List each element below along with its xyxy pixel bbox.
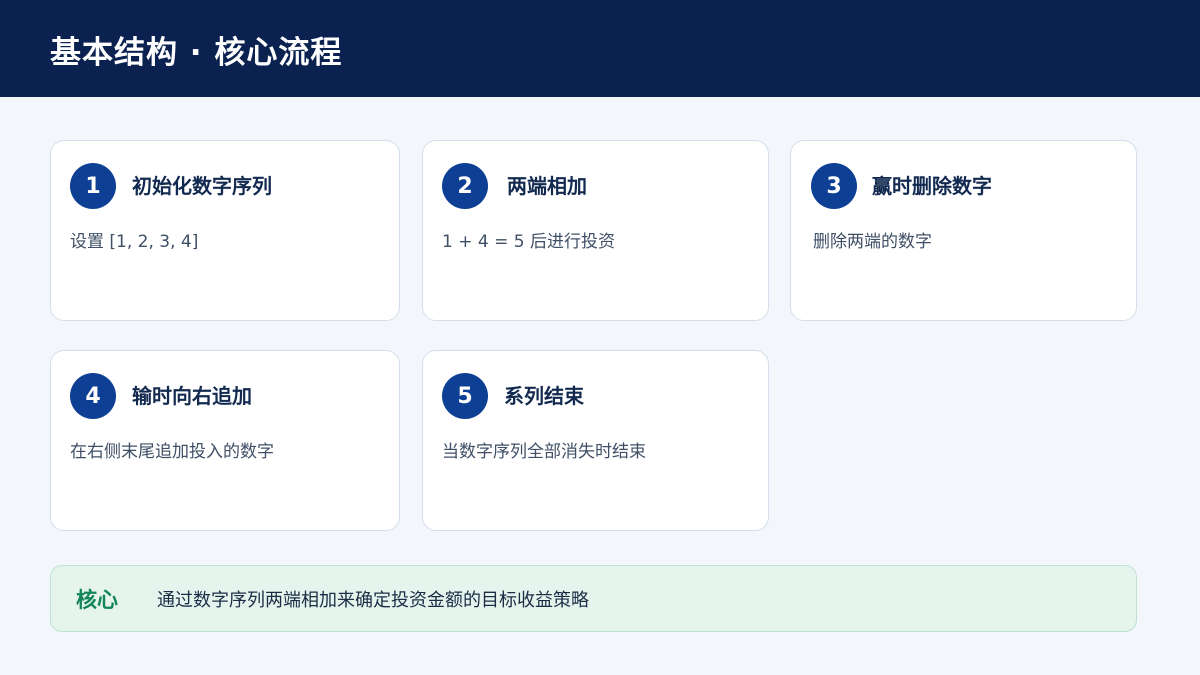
- step-description: 1 + 4 = 5 后进行投资: [442, 232, 615, 252]
- core-summary-bar: 核心 通过数字序列两端相加来确定投资金额的目标收益策略: [50, 565, 1137, 632]
- step-title: 输时向右追加: [132, 384, 252, 408]
- step-number-badge: 4: [70, 373, 116, 419]
- step-card-4: 4 输时向右追加 在右侧末尾追加投入的数字: [50, 350, 400, 531]
- step-card-5: 5 系列结束 当数字序列全部消失时结束: [422, 350, 769, 531]
- step-title: 赢时删除数字: [872, 174, 992, 198]
- step-number-badge: 1: [70, 163, 116, 209]
- step-number-badge: 3: [811, 163, 857, 209]
- step-card-3: 3 赢时删除数字 删除两端的数字: [790, 140, 1137, 321]
- page-title: 基本结构 · 核心流程: [50, 35, 343, 71]
- step-description: 在右侧末尾追加投入的数字: [70, 442, 274, 462]
- step-title: 初始化数字序列: [132, 174, 272, 198]
- step-card-2: 2 两端相加 1 + 4 = 5 后进行投资: [422, 140, 769, 321]
- page-header: 基本结构 · 核心流程: [0, 0, 1200, 97]
- step-number-badge: 5: [442, 373, 488, 419]
- step-description: 当数字序列全部消失时结束: [442, 442, 646, 462]
- core-text: 通过数字序列两端相加来确定投资金额的目标收益策略: [157, 590, 589, 611]
- step-title: 两端相加: [507, 174, 587, 198]
- step-number-badge: 2: [442, 163, 488, 209]
- step-card-1: 1 初始化数字序列 设置 [1, 2, 3, 4]: [50, 140, 400, 321]
- step-description: 设置 [1, 2, 3, 4]: [70, 232, 199, 252]
- step-description: 删除两端的数字: [813, 232, 932, 252]
- step-title: 系列结束: [504, 384, 584, 408]
- core-label: 核心: [76, 588, 118, 612]
